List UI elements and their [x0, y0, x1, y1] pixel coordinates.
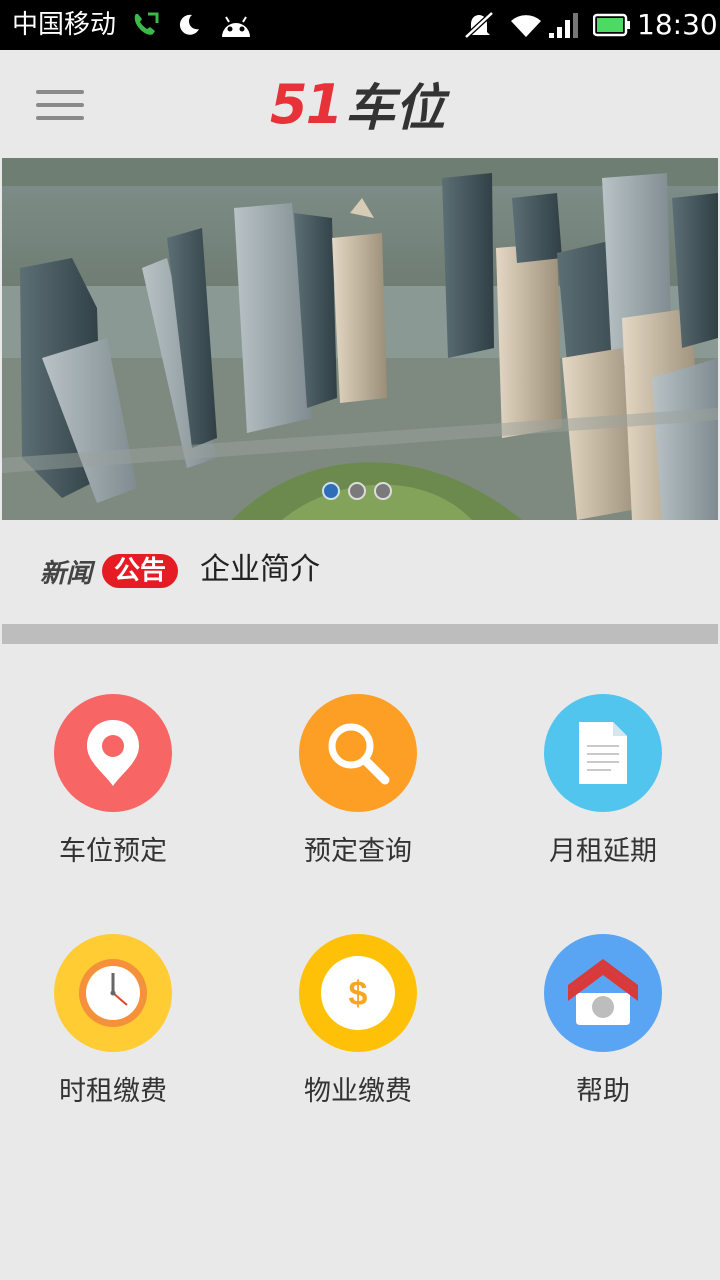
section-divider — [2, 624, 718, 644]
clock-time: 18:30 — [637, 8, 718, 41]
news-ticker[interactable]: 新闻 公告 企业简介 — [0, 520, 720, 624]
svg-text:$: $ — [349, 975, 368, 1013]
brand-logo: 51 车位 — [270, 72, 445, 138]
news-headline[interactable]: 企业简介 — [200, 550, 320, 590]
location-pin-icon — [54, 694, 172, 812]
phone-call-icon — [128, 8, 162, 42]
clock-icon — [54, 934, 172, 1052]
battery-icon — [592, 8, 632, 42]
carousel-dot-1[interactable] — [322, 482, 340, 500]
menu-item-label: 物业缴费 — [304, 1076, 412, 1107]
menu-item-label: 月租延期 — [549, 836, 657, 867]
menu-item-label: 预定查询 — [304, 836, 412, 867]
status-bar: 中国移动 18:30 — [0, 0, 720, 50]
menu-item-label: 时租缴费 — [59, 1076, 167, 1107]
home-icon — [544, 934, 662, 1052]
menu-item-help[interactable]: 帮助 — [503, 934, 703, 1134]
menu-item-property-payment[interactable]: $ 物业缴费 — [258, 934, 458, 1134]
banner-carousel[interactable] — [2, 158, 718, 520]
carousel-dot-2[interactable] — [348, 482, 366, 500]
menu-item-monthly-extension[interactable]: 月租延期 — [503, 694, 703, 894]
brand-number: 51 — [270, 72, 343, 136]
carousel-dot-3[interactable] — [374, 482, 392, 500]
menu-item-label: 帮助 — [576, 1076, 630, 1107]
brand-text: 车位 — [345, 79, 446, 137]
moon-icon — [174, 8, 204, 42]
city-skyline-photo — [2, 158, 718, 520]
carousel-indicator — [322, 482, 392, 500]
menu-item-parking-reservation[interactable]: 车位预定 — [13, 694, 213, 894]
android-icon — [216, 8, 256, 42]
announcement-badge: 公告 — [102, 554, 179, 588]
app-header: 51 车位 — [0, 50, 720, 158]
menu-item-label: 车位预定 — [59, 836, 167, 867]
news-label: 新闻 — [40, 559, 93, 589]
mute-icon — [462, 8, 496, 42]
menu-item-hourly-payment[interactable]: 时租缴费 — [13, 934, 213, 1134]
document-icon — [544, 694, 662, 812]
dollar-icon: $ — [299, 934, 417, 1052]
wifi-icon — [508, 8, 544, 42]
signal-icon — [546, 8, 582, 42]
carrier-name: 中国移动 — [12, 10, 117, 40]
hamburger-menu-icon[interactable] — [30, 82, 90, 128]
menu-item-reservation-query[interactable]: 预定查询 — [258, 694, 458, 894]
search-icon — [299, 694, 417, 812]
